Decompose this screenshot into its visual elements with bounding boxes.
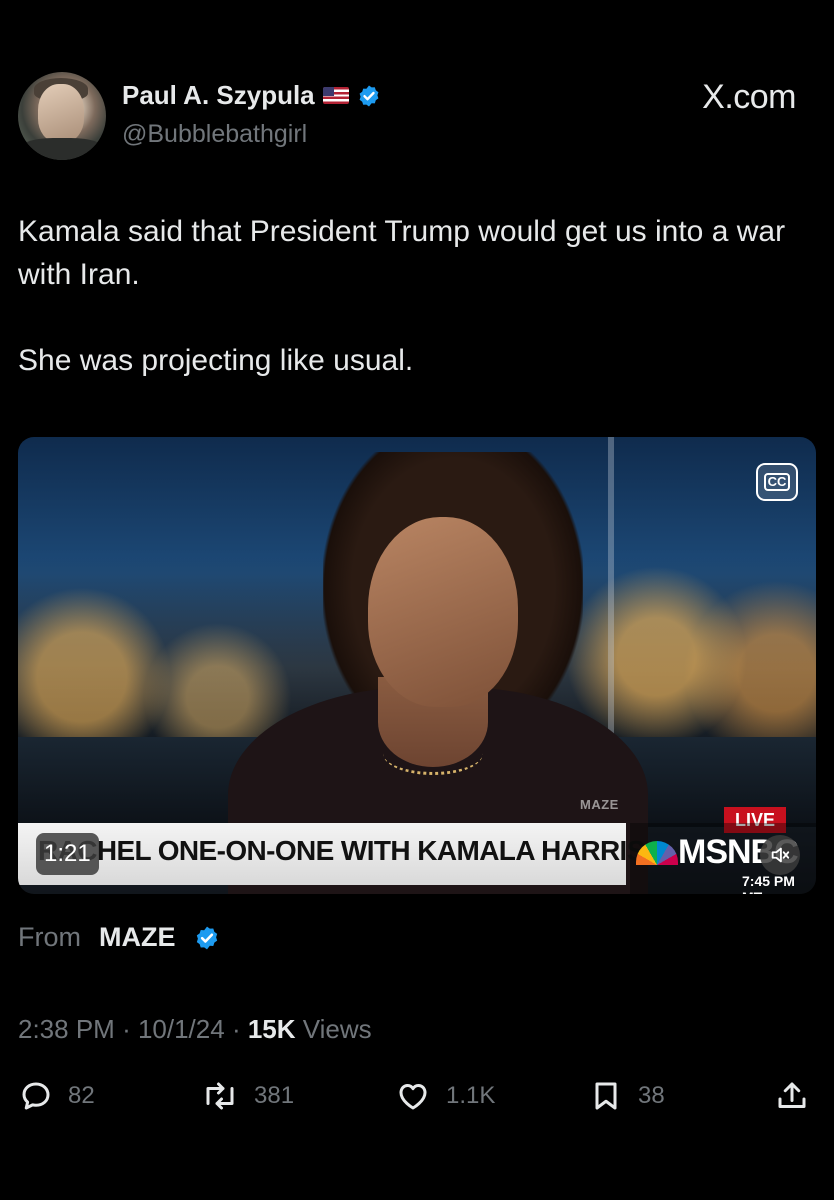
source-attribution: From MAZE [18, 922, 220, 953]
avatar-face [38, 84, 84, 142]
source-name[interactable]: MAZE [99, 922, 176, 953]
video-person-face [368, 517, 518, 707]
closed-captions-button[interactable]: CC [756, 463, 798, 501]
views-count: 15K [247, 1014, 296, 1044]
video-background-pole [608, 437, 614, 767]
bookmark-count: 38 [638, 1082, 665, 1109]
repost-count: 381 [254, 1082, 295, 1109]
repost-button[interactable]: 381 [200, 1074, 294, 1118]
tweet-time[interactable]: 2:38 PM [18, 1014, 115, 1044]
like-button[interactable]: 1.1K [394, 1074, 495, 1118]
bookmark-icon [595, 1082, 617, 1110]
avatar-shirt [18, 138, 106, 160]
tweet-date[interactable]: 10/1/24 [138, 1014, 225, 1044]
verified-badge-icon [359, 85, 379, 106]
broadcast-clock: 7:45 PM MT [742, 873, 795, 894]
author-name[interactable]: Paul A. Szypula [122, 80, 315, 111]
us-flag-icon [322, 87, 349, 104]
heart-icon [399, 1084, 427, 1110]
from-label: From [18, 922, 81, 952]
avatar[interactable] [18, 72, 106, 160]
author-handle[interactable]: @Bubblebathgirl [122, 120, 307, 149]
site-label: X.com [702, 78, 796, 116]
video-duration-badge: 1:21 [36, 833, 99, 875]
video-player[interactable]: CC MAZE RACHEL ONE-ON-ONE WITH KAMALA HA… [18, 437, 816, 894]
share-button[interactable] [774, 1074, 810, 1118]
share-icon [778, 1082, 806, 1108]
tweet-paragraph: Kamala said that President Trump would g… [18, 215, 786, 291]
reply-count: 82 [68, 1082, 95, 1109]
author-name-row: Paul A. Szypula [122, 80, 381, 111]
tweet-actions: 82 381 1.1K 38 [18, 1074, 816, 1118]
views-label: Views [302, 1014, 372, 1044]
bookmark-button[interactable]: 38 [588, 1074, 665, 1118]
peacock-logo-icon [636, 841, 678, 865]
cc-icon: CC [763, 473, 791, 491]
repost-icon [206, 1082, 234, 1110]
reply-button[interactable]: 82 [18, 1074, 95, 1118]
speaker-muted-icon [771, 847, 790, 863]
tweet-paragraph: She was projecting like usual. [18, 344, 414, 377]
verified-badge-icon [196, 926, 217, 949]
mute-button[interactable] [760, 835, 800, 875]
tweet-meta: 2:38 PM · 10/1/24 · 15K Views [18, 1014, 372, 1044]
like-count: 1.1K [446, 1082, 496, 1109]
video-watermark: MAZE [580, 797, 619, 812]
reply-icon [22, 1082, 50, 1110]
video-person-necklace [383, 732, 483, 775]
chyron-text: RACHEL ONE-ON-ONE WITH KAMALA HARRIS [38, 835, 645, 866]
news-chyron: RACHEL ONE-ON-ONE WITH KAMALA HARRIS [18, 823, 645, 885]
tweet-text: Kamala said that President Trump would g… [18, 210, 818, 382]
